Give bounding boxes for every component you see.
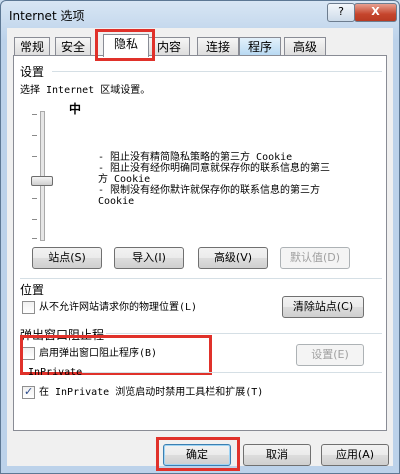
description-line: - 阻止没有经你明确同意就保存你的联系信息的第三 [98, 163, 331, 174]
description-line: Cookie [98, 196, 135, 207]
slider-tick [32, 238, 37, 239]
window-title: Internet 选项 [9, 9, 85, 23]
inprivate-checkbox[interactable] [22, 385, 35, 399]
description-line: 方 Cookie [98, 174, 151, 185]
ok-highlight-box [156, 437, 240, 471]
description-line: - 限制没有经你默许就保存你的联系信息的第三方 [98, 185, 321, 196]
slider-thumb[interactable] [31, 176, 53, 186]
settings-group-title: 设置 [20, 65, 45, 79]
import-button[interactable]: 导入(I) [114, 247, 184, 269]
help-button[interactable]: ? [327, 3, 355, 22]
tab-highlight-box [95, 29, 155, 61]
default-button[interactable]: 默认值(D) [280, 247, 350, 269]
popup-settings-button[interactable]: 设置(E) [296, 344, 364, 366]
tab-general[interactable]: 常规 [14, 37, 50, 56]
tab-connections[interactable]: 连接 [197, 37, 239, 56]
cancel-button[interactable]: 取消 [243, 444, 311, 466]
dialog-window: Internet 选项 ? X 常规 安全 隐私 内容 连接 程序 高级 设置 … [0, 0, 400, 474]
slider-tick [32, 114, 37, 115]
privacy-slider[interactable] [28, 111, 58, 241]
privacy-panel: 设置 选择 Internet 区域设置。 中 - 阻止没有精简隐私策略的第三方 … [13, 55, 387, 431]
description-line: - 阻止没有精简隐私策略的第三方 Cookie [98, 152, 293, 163]
slider-tick [32, 198, 37, 199]
tab-advanced[interactable]: 高级 [284, 37, 326, 56]
location-checkbox-label: 从不允许网站请求你的物理位置(L) [39, 302, 198, 313]
zone-label: 选择 Internet 区域设置。 [20, 85, 151, 96]
inprivate-separator [82, 372, 382, 373]
close-button[interactable]: X [354, 3, 397, 22]
advanced-button[interactable]: 高级(V) [198, 247, 268, 269]
inprivate-checkbox-label: 在 InPrivate 浏览启动时禁用工具栏和扩展(T) [39, 387, 264, 398]
settings-separator [52, 71, 382, 72]
popup-separator [106, 333, 382, 334]
location-separator [20, 278, 382, 279]
title-bar: Internet 选项 ? X [1, 1, 399, 27]
privacy-level-label: 中 [69, 102, 82, 116]
location-checkbox[interactable] [22, 301, 35, 314]
tab-programs[interactable]: 程序 [239, 37, 281, 56]
slider-tick [32, 135, 37, 136]
dialog-client: 常规 安全 隐私 内容 连接 程序 高级 设置 选择 Internet 区域设置… [7, 28, 393, 471]
tab-security[interactable]: 安全 [55, 37, 91, 56]
clear-sites-button[interactable]: 清除站点(C) [282, 296, 364, 318]
inprivate-group-title: InPrivate [28, 367, 83, 378]
slider-tick [32, 219, 37, 220]
level-description: - 阻止没有精简隐私策略的第三方 Cookie - 阻止没有经你明确同意就保存你… [98, 152, 330, 207]
location-group-title: 位置 [20, 283, 45, 297]
sites-button[interactable]: 站点(S) [32, 247, 102, 269]
slider-tick [32, 156, 37, 157]
apply-button[interactable]: 应用(A) [321, 444, 389, 466]
